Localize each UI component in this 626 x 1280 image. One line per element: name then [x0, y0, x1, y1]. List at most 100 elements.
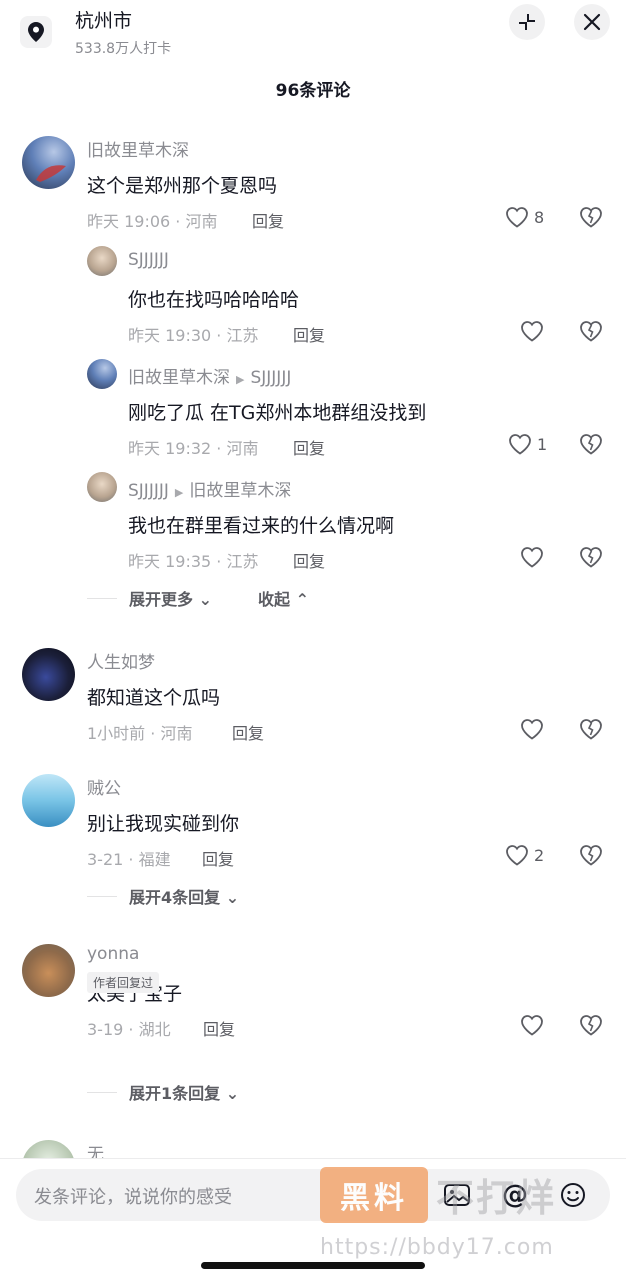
comment-username[interactable]: 无: [87, 1140, 104, 1158]
avatar[interactable]: [22, 136, 75, 189]
author-replied-badge: 作者回复过: [87, 972, 160, 993]
location-title[interactable]: 杭州市: [75, 6, 132, 33]
broken-heart-icon: [580, 321, 602, 342]
expand-row: 展开1条回复 ⌄: [87, 1080, 239, 1104]
dislike-button[interactable]: [579, 1014, 603, 1040]
comment-time-location: 3-21 · 福建: [87, 850, 171, 869]
like-button[interactable]: 8: [505, 206, 544, 228]
reply-username[interactable]: SJJJJJJ: [128, 250, 169, 270]
broken-heart-icon: [580, 207, 602, 228]
emoji-icon: [561, 1183, 585, 1207]
like-button[interactable]: [520, 1014, 549, 1036]
reply-time-location: 昨天 19:35 · 江苏: [128, 552, 259, 571]
reply-username[interactable]: 旧故里草木深: [128, 368, 230, 388]
reply-to-username[interactable]: 旧故里草木深: [189, 481, 291, 501]
comment-username[interactable]: yonna: [87, 944, 139, 964]
avatar[interactable]: [87, 472, 117, 502]
emoji-button[interactable]: [557, 1179, 589, 1211]
chevron-down-icon: ⌄: [225, 1084, 240, 1103]
broken-heart-icon: [580, 434, 602, 455]
reply-button[interactable]: 回复: [293, 435, 325, 459]
reply-text[interactable]: 我也在群里看过来的什么情况啊: [128, 511, 394, 538]
avatar[interactable]: [87, 359, 117, 389]
heart-icon: [506, 207, 528, 228]
reply-time-location: 昨天 19:32 · 河南: [128, 439, 259, 458]
chevron-down-icon: ⌄: [225, 888, 240, 907]
reply-button[interactable]: 回复: [293, 322, 325, 346]
dislike-button[interactable]: [579, 718, 603, 744]
avatar[interactable]: [22, 1140, 75, 1158]
like-button[interactable]: [520, 546, 549, 568]
reply-username-line: SJJJJJJ ▶ 旧故里草木深: [128, 476, 291, 501]
divider: [87, 1091, 117, 1093]
avatar[interactable]: [22, 774, 75, 827]
comment-item: yonna 太美了宝子 3-19 · 湖北 回复 展开1条回复 ⌄: [0, 934, 626, 1114]
comment-input-placeholder: 发条评论，说说你的感受: [34, 1187, 232, 1208]
reply-to-arrow-icon: ▶: [236, 373, 245, 386]
like-count: 8: [534, 207, 545, 227]
reply-item: SJJJJJJ ▶ 旧故里草木深 我也在群里看过来的什么情况啊 昨天 19:35 ·…: [0, 472, 626, 582]
broken-heart-icon: [580, 719, 602, 740]
broken-heart-icon: [580, 845, 602, 866]
reply-button[interactable]: 回复: [203, 1016, 235, 1040]
collapse-button[interactable]: 收起 ⌃: [258, 586, 309, 610]
avatar[interactable]: [22, 648, 75, 701]
like-button[interactable]: 1: [508, 433, 547, 455]
comment-text[interactable]: 别让我现实碰到你: [87, 809, 239, 836]
reply-button[interactable]: 回复: [252, 208, 284, 232]
expand-row: 展开更多 ⌄ 收起 ⌃: [87, 586, 309, 610]
minimize-button[interactable]: [509, 4, 545, 40]
heart-icon: [521, 719, 543, 740]
dislike-button[interactable]: [579, 433, 603, 459]
like-button[interactable]: [520, 320, 549, 342]
heart-icon: [509, 434, 531, 455]
reply-username[interactable]: SJJJJJJ: [128, 481, 169, 501]
expand-replies-button[interactable]: 展开4条回复 ⌄: [129, 884, 239, 908]
reply-to-arrow-icon: ▶: [174, 486, 184, 499]
comment-username[interactable]: 旧故里草木深: [87, 136, 189, 161]
dislike-button[interactable]: [579, 546, 603, 572]
location-pin-icon[interactable]: [20, 16, 52, 48]
like-count: 2: [534, 845, 545, 865]
avatar[interactable]: [87, 246, 117, 276]
chevron-down-icon: ⌄: [198, 590, 212, 609]
close-icon: [583, 13, 601, 31]
dislike-button[interactable]: [579, 844, 603, 870]
comment-count-title: 96条评论: [275, 81, 351, 101]
comment-text[interactable]: 这个是郑州那个夏恩吗: [87, 171, 277, 198]
reply-text[interactable]: 刚吃了瓜 在TG郑州本地群组没找到: [128, 398, 426, 425]
watermark-badge: 黑料: [320, 1167, 428, 1223]
broken-heart-icon: [580, 1015, 602, 1036]
reply-text[interactable]: 你也在找吗哈哈哈哈: [128, 285, 299, 312]
heart-icon: [521, 1015, 543, 1036]
minimize-icon: [519, 14, 535, 30]
close-button[interactable]: [574, 4, 610, 40]
location-checkin-count: 533.8万人打卡: [75, 41, 172, 57]
chevron-up-icon: ⌃: [295, 590, 309, 609]
expand-replies-button[interactable]: 展开1条回复 ⌄: [129, 1080, 239, 1104]
comment-time-location: 1小时前 · 河南: [87, 724, 193, 743]
comment-text[interactable]: 都知道这个瓜吗: [87, 683, 220, 710]
reply-button[interactable]: 回复: [202, 846, 234, 870]
comment-username[interactable]: 贼公: [87, 774, 121, 799]
dislike-button[interactable]: [579, 320, 603, 346]
heart-icon: [506, 845, 528, 866]
like-button[interactable]: 2: [505, 844, 544, 866]
reply-button[interactable]: 回复: [232, 720, 264, 744]
watermark-text: 不打烊: [436, 1176, 557, 1220]
comment-item: 贼公 别让我现实碰到你 3-21 · 福建 回复 2 展开4条回复 ⌄: [0, 764, 626, 914]
reply-time-location: 昨天 19:30 · 江苏: [128, 326, 259, 345]
reply-button[interactable]: 回复: [293, 548, 325, 572]
like-button[interactable]: [520, 718, 549, 740]
home-indicator[interactable]: [201, 1262, 425, 1269]
location-header: 杭州市 533.8万人打卡: [0, 0, 626, 64]
avatar[interactable]: [22, 944, 75, 997]
divider: [87, 895, 117, 897]
watermark-url: https://bbdy17.com: [320, 1235, 554, 1260]
broken-heart-icon: [580, 547, 602, 568]
reply-item: SJJJJJJ 你也在找吗哈哈哈哈 昨天 19:30 · 江苏 回复: [0, 246, 626, 356]
expand-more-button[interactable]: 展开更多 ⌄: [129, 586, 212, 610]
comment-username[interactable]: 人生如梦: [87, 648, 155, 673]
reply-to-username[interactable]: SJJJJJJ: [250, 368, 291, 388]
dislike-button[interactable]: [579, 206, 603, 232]
